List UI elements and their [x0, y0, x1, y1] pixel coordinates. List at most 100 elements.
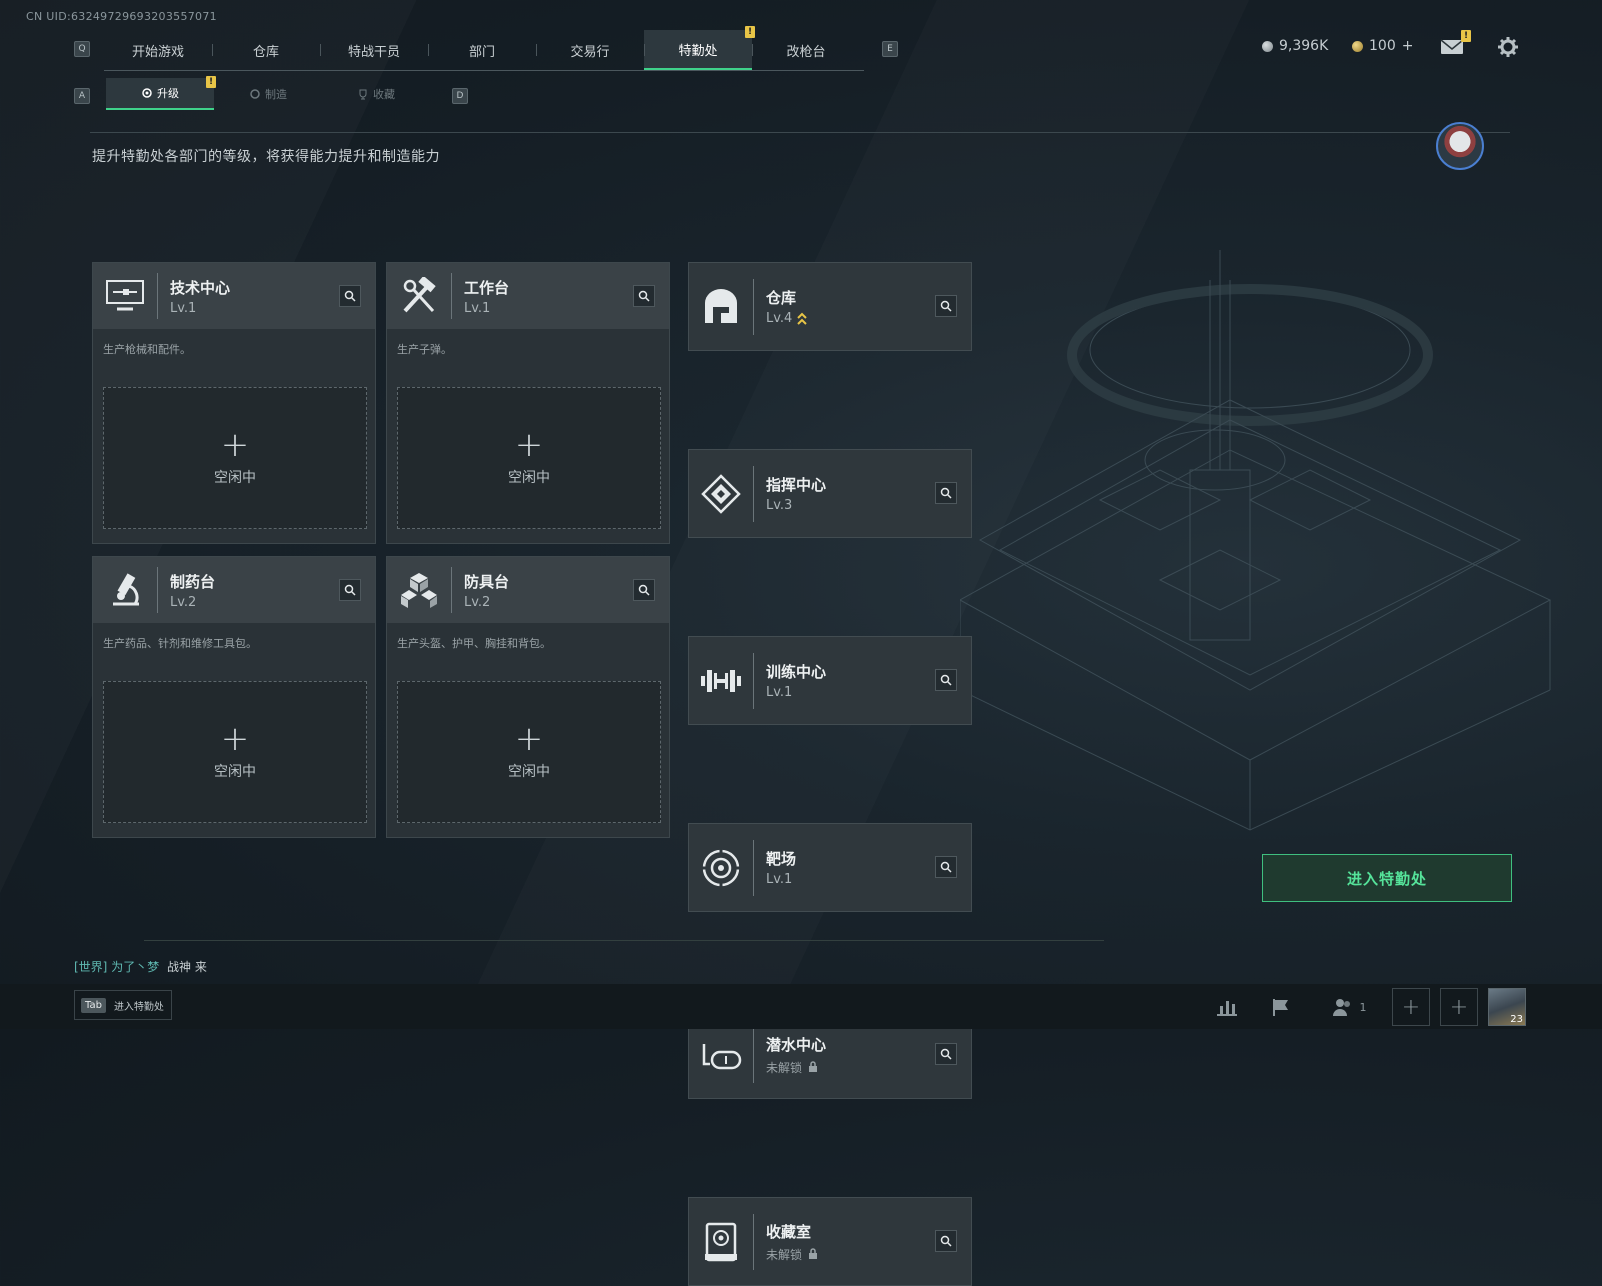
stats-chart-icon[interactable] [1212, 992, 1242, 1022]
card-title: 指挥中心 [766, 476, 827, 494]
card-level: Lv.2 [170, 594, 197, 610]
add-coins-button[interactable]: + [1402, 38, 1414, 54]
tab-shortcut-label: 进入特勤处 [113, 1001, 164, 1013]
department-card-training-center[interactable]: 训练中心 Lv.1 [688, 636, 972, 725]
subtab-craft[interactable]: 制造 [214, 78, 322, 110]
card-title: 收藏室 [766, 1222, 812, 1241]
tab-trading[interactable]: 交易行 [536, 30, 644, 70]
production-slot[interactable]: + 空闲中 [103, 681, 367, 823]
sub-nav: 升级 制造 收藏 [106, 78, 432, 110]
department-card-pharmacy[interactable]: 制药台 Lv.2 生产药品、针剂和维修工具包。 + 空闲中 [92, 556, 376, 838]
coin-value: 100 [1369, 38, 1396, 54]
subtab-collection[interactable]: 收藏 [322, 78, 430, 110]
invite-slot-1-button[interactable]: + [1392, 988, 1430, 1026]
chat-channel: [世界] [74, 960, 108, 974]
card-level: Lv.1 [170, 300, 197, 316]
tab-start-game[interactable]: 开始游戏 [104, 30, 212, 70]
footer-divider [144, 940, 1104, 941]
search-icon[interactable] [339, 579, 361, 601]
craft-gear-icon [250, 89, 260, 99]
search-icon[interactable] [935, 669, 957, 691]
search-icon[interactable] [935, 482, 957, 504]
department-card-warehouse[interactable]: 仓库 Lv.4 [688, 262, 972, 351]
slot-status: 空闲中 [214, 470, 256, 486]
lock-icon [809, 1248, 818, 1259]
nav-prev-key[interactable]: Q [74, 41, 90, 57]
subtab-upgrade-label: 升级 [157, 87, 179, 100]
invite-slot-2-button[interactable]: + [1440, 988, 1478, 1026]
production-slot[interactable]: + 空闲中 [397, 681, 661, 823]
department-card-tech-center[interactable]: 技术中心 Lv.1 生产枪械和配件。 + 空闲中 [92, 262, 376, 544]
tab-key: Tab [81, 997, 106, 1013]
cubes-icon [387, 557, 451, 623]
mail-alert-badge: ! [1461, 30, 1471, 42]
card-title: 技术中心 [170, 278, 231, 297]
production-slot[interactable]: + 空闲中 [103, 387, 367, 529]
coin-display[interactable]: 100 + [1352, 38, 1413, 54]
add-icon: + [514, 719, 544, 759]
chat-message[interactable]: [世界] 为了丶梦 战神 来 [74, 958, 207, 975]
header-divider [90, 132, 1510, 133]
card-level: Lv.2 [464, 594, 491, 610]
settings-gear-icon[interactable] [1497, 36, 1519, 58]
tab-warehouse[interactable]: 仓库 [212, 30, 320, 70]
department-card-armor[interactable]: 防具台 Lv.2 生产头盔、护甲、胸挂和背包。 + 空闲中 [386, 556, 670, 838]
department-card-shooting-range[interactable]: 靶场 Lv.1 [688, 823, 972, 912]
gold-coin-icon [1352, 40, 1363, 52]
card-title: 靶场 [766, 850, 797, 868]
production-slot[interactable]: + 空闲中 [397, 387, 661, 529]
tab-special-ops[interactable]: 特勤处 [644, 30, 752, 70]
subtab-craft-label: 制造 [265, 88, 287, 101]
collection-icon [689, 1197, 753, 1286]
tab-operators[interactable]: 特战干员 [320, 30, 428, 70]
search-icon[interactable] [633, 579, 655, 601]
card-description: 生产药品、针剂和维修工具包。 [103, 637, 257, 650]
subnav-prev-key[interactable]: A [74, 88, 90, 104]
flag-icon[interactable] [1266, 992, 1296, 1022]
card-title: 防具台 [464, 572, 510, 591]
friends-count: 1 [1359, 1000, 1367, 1014]
enter-special-ops-button[interactable]: 进入特勤处 [1262, 854, 1512, 902]
friends-icon [1332, 999, 1350, 1016]
money-display: 9,396K [1262, 38, 1328, 54]
upgrade-available-icon [797, 312, 808, 325]
monitor-icon [93, 263, 157, 329]
tab-departments[interactable]: 部门 [428, 30, 536, 70]
department-card-command-center[interactable]: 指挥中心 Lv.3 [688, 449, 972, 538]
card-description: 生产头盔、护甲、胸挂和背包。 [397, 637, 551, 650]
upgrade-gear-icon [142, 88, 152, 98]
search-icon[interactable] [935, 856, 957, 878]
money-coin-icon [1262, 40, 1273, 52]
add-icon: + [514, 425, 544, 465]
search-icon[interactable] [339, 285, 361, 307]
page-description: 提升特勤处各部门的等级，将获得能力提升和制造能力 [92, 149, 440, 165]
upgrade-alert-badge: ! [206, 76, 216, 88]
player-avatar[interactable] [1436, 122, 1484, 170]
search-icon[interactable] [935, 1043, 957, 1065]
lock-icon [809, 1061, 818, 1072]
subnav-next-key[interactable]: D [452, 88, 468, 104]
friends-button[interactable]: 1 [1326, 992, 1372, 1022]
chat-text: 战神 来 [167, 960, 207, 974]
target-icon [689, 823, 753, 912]
add-icon: + [220, 425, 250, 465]
card-level: Lv.1 [464, 300, 491, 316]
card-lock-status: 未解锁 [766, 1059, 826, 1076]
card-level-row: Lv.4 [766, 311, 808, 326]
card-level: Lv.4 [766, 311, 793, 326]
card-level: 未解锁 [766, 1247, 803, 1262]
department-card-collection-room[interactable]: 收藏室 未解锁 [688, 1197, 972, 1286]
slot-status: 空闲中 [508, 764, 550, 780]
nav-next-key[interactable]: E [882, 41, 898, 57]
card-description: 生产子弹。 [397, 343, 452, 356]
tab-shortcut-hint[interactable]: Tab 进入特勤处 [74, 990, 172, 1020]
search-icon[interactable] [633, 285, 655, 307]
search-icon[interactable] [935, 1230, 957, 1252]
operator-portrait[interactable]: 23 [1488, 988, 1526, 1026]
department-card-workbench[interactable]: 工作台 Lv.1 生产子弹。 + 空闲中 [386, 262, 670, 544]
search-icon[interactable] [935, 295, 957, 317]
add-icon: + [220, 719, 250, 759]
trophy-icon [359, 89, 367, 100]
subtab-upgrade[interactable]: 升级 [106, 78, 214, 110]
tab-gunsmith[interactable]: 改枪台 [752, 30, 860, 70]
